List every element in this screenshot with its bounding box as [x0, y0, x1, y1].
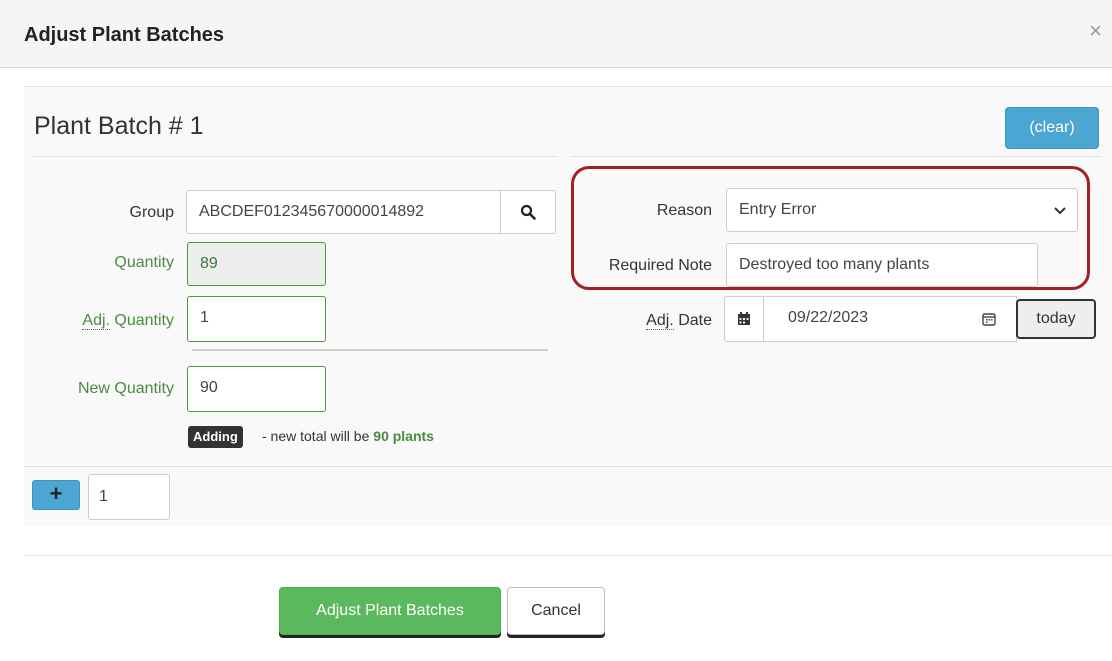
group-input[interactable]: ABCDEF012345670000014892 — [186, 190, 502, 234]
calendar-icon — [738, 312, 750, 325]
calendar-addon[interactable] — [724, 296, 764, 342]
quantity-label: Quantity — [114, 254, 174, 271]
divider-left — [32, 156, 556, 157]
adj-date-input[interactable]: 09/22/2023 — [763, 296, 1017, 342]
group-label: Group — [129, 204, 174, 221]
modal-title: Adjust Plant Batches — [24, 24, 225, 46]
summary-total: 90 plants — [373, 428, 434, 444]
search-icon — [520, 204, 536, 220]
divider-right — [570, 156, 1100, 157]
quantity-divider — [192, 349, 548, 351]
batch-count-input[interactable]: 1 — [88, 474, 170, 520]
add-batch-button[interactable]: + — [32, 480, 80, 510]
new-quantity-field: 90 — [187, 366, 326, 412]
adj-quantity-label-text: Quantity — [109, 312, 174, 329]
search-button[interactable] — [500, 190, 556, 234]
highlight-annotation — [571, 166, 1090, 290]
adj-date-abbr: Adj. — [646, 312, 674, 330]
adj-quantity-label: Adj. Quantity — [40, 312, 174, 330]
modal-header: Adjust Plant Batches × — [0, 0, 1112, 68]
adding-badge: Adding — [188, 426, 243, 448]
adj-abbr: Adj. — [82, 312, 110, 330]
adj-date-label-text: Date — [673, 312, 712, 329]
new-quantity-label: New Quantity — [77, 380, 174, 397]
adj-quantity-input[interactable]: 1 — [187, 296, 326, 342]
controls-divider — [24, 466, 1112, 467]
summary-prefix: - new total will be — [262, 428, 374, 444]
clear-button[interactable]: (clear) — [1005, 107, 1099, 149]
today-button[interactable]: today — [1016, 299, 1096, 339]
plus-icon: + — [49, 481, 63, 506]
adjust-plant-batches-button[interactable]: Adjust Plant Batches — [279, 587, 501, 635]
adj-date-label: Adj. Date — [600, 312, 712, 330]
cancel-button[interactable]: Cancel — [507, 587, 605, 635]
batch-title: Plant Batch # 1 — [34, 112, 204, 140]
quantity-field: 89 — [187, 242, 326, 286]
close-icon[interactable]: × — [1089, 20, 1102, 42]
calendar-picker-icon[interactable] — [982, 312, 996, 326]
footer-divider — [24, 555, 1112, 556]
adj-date-value: 09/22/2023 — [788, 309, 869, 326]
summary-text: - new total will be 90 plants — [262, 428, 434, 444]
